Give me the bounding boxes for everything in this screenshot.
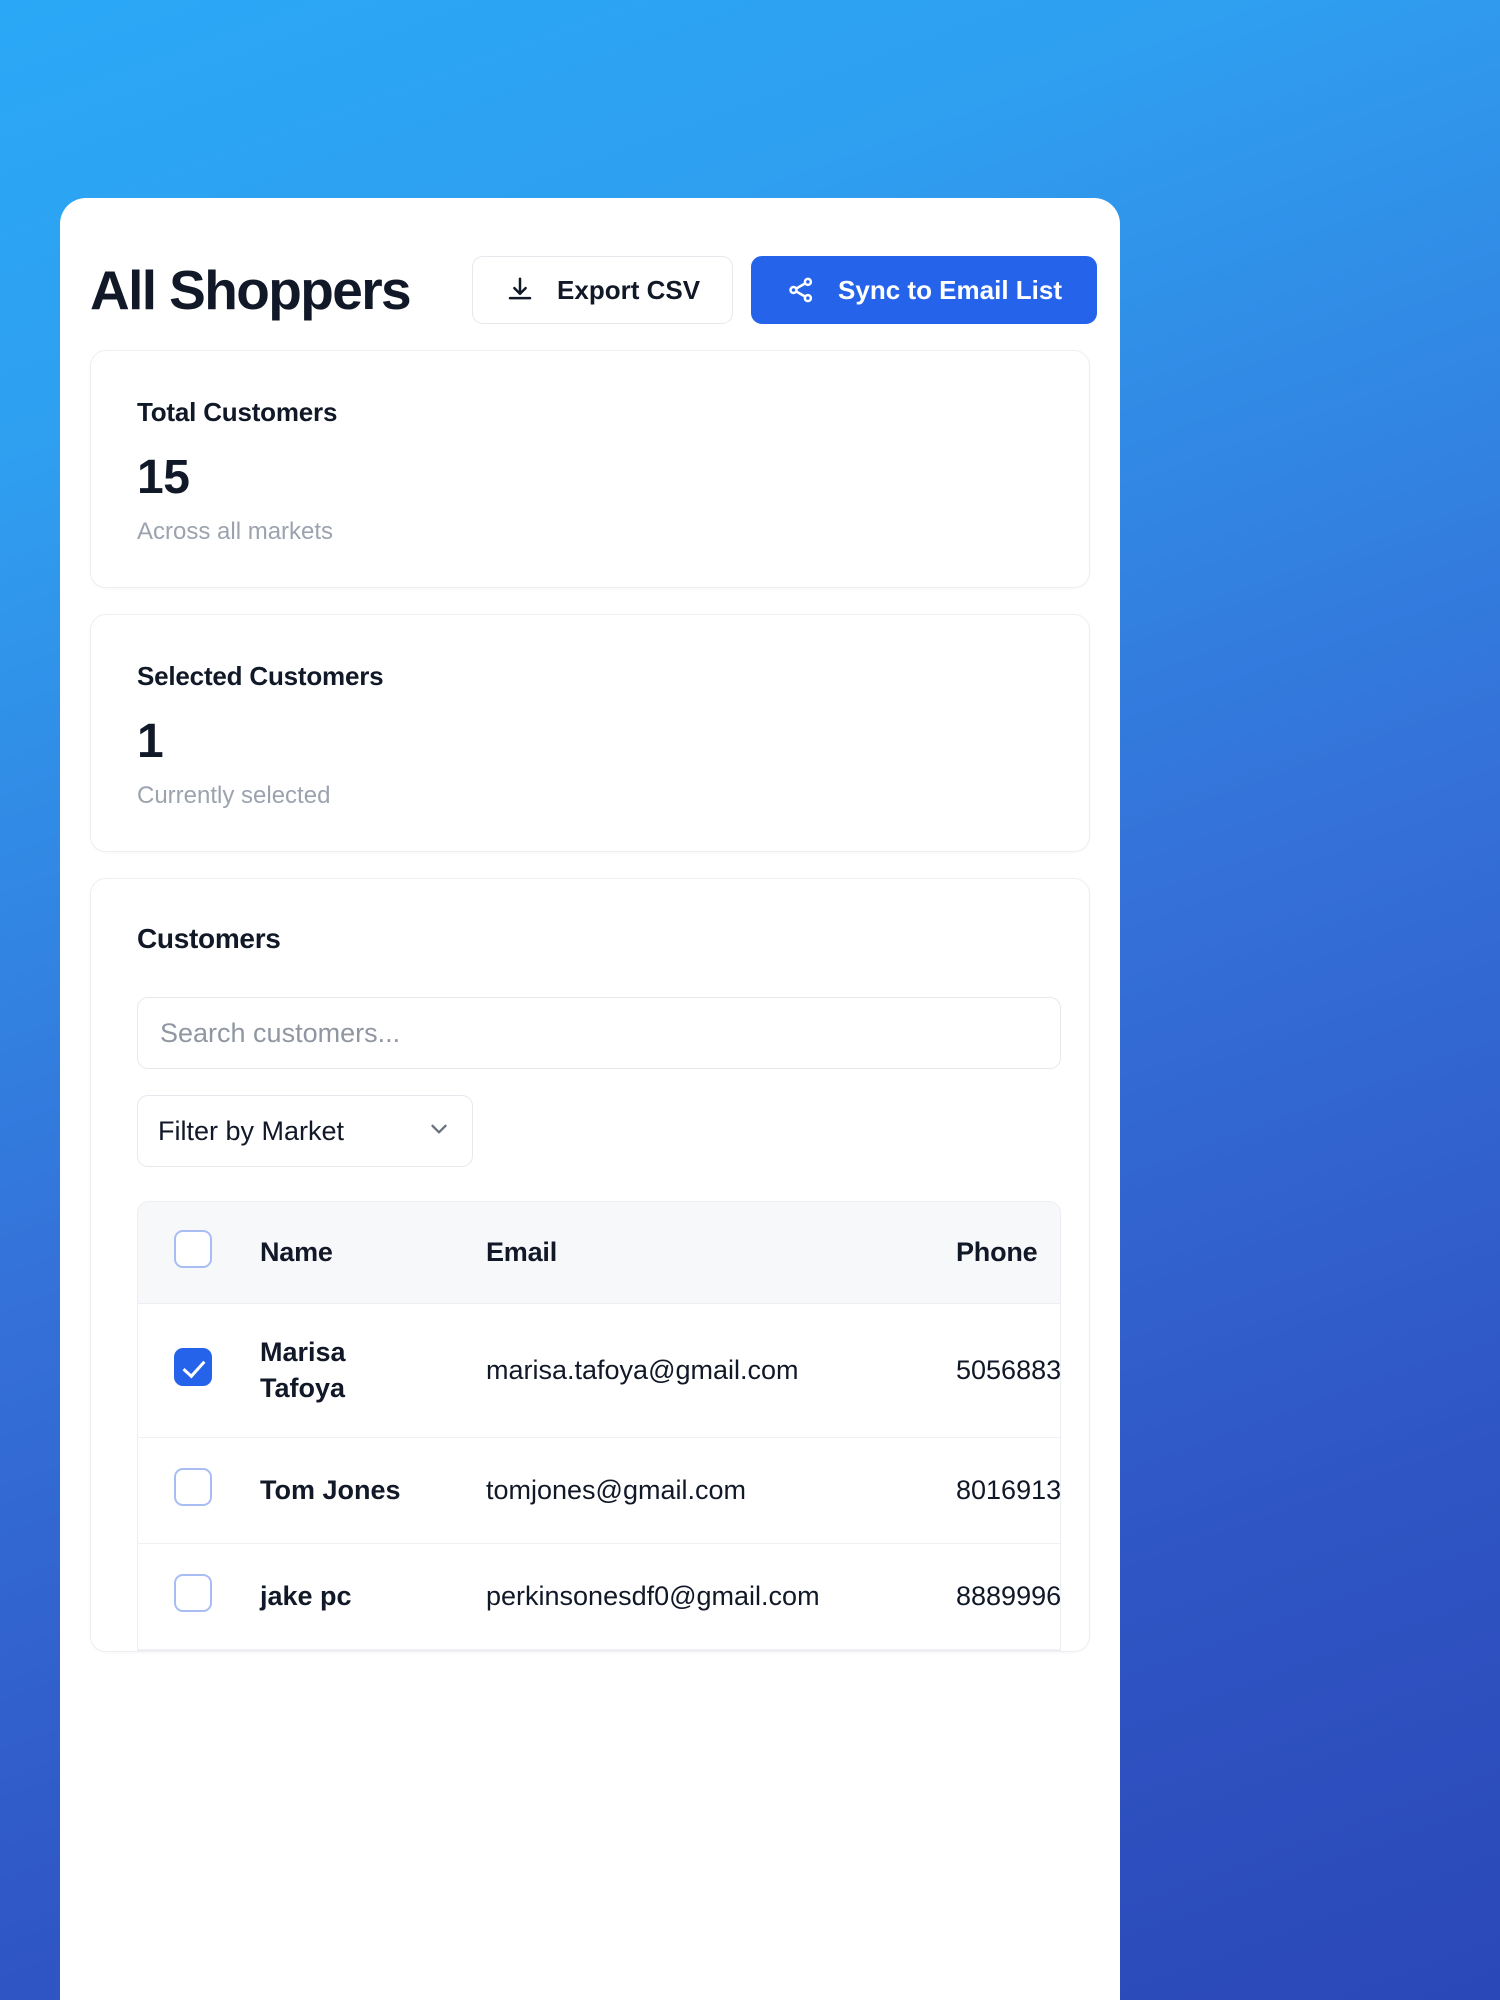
- selected-customers-value: 1: [137, 715, 164, 768]
- app-viewport: All Shoppers Export CSV Sync to Email Li…: [0, 0, 1500, 2000]
- total-customers-label: Total Customers: [137, 397, 338, 427]
- row-email-cell: marisa.tafoya@gmail.com: [486, 1303, 956, 1438]
- table-row[interactable]: Marisa Tafoya marisa.tafoya@gmail.com 50…: [138, 1303, 1060, 1438]
- table-header-row: Name Email Phone: [138, 1202, 1060, 1304]
- share-nodes-icon: [786, 275, 816, 305]
- customers-table-wrap: Name Email Phone Marisa Tafoya marisa.ta…: [137, 1201, 1061, 1651]
- column-header-name: Name: [260, 1202, 486, 1304]
- selected-customers-card: Selected Customers 1 Currently selected: [90, 614, 1090, 852]
- customers-table: Name Email Phone Marisa Tafoya marisa.ta…: [138, 1202, 1060, 1650]
- selected-customers-sub: Currently selected: [137, 782, 331, 809]
- chevron-down-icon: [426, 1116, 452, 1147]
- row-name-cell: Tom Jones: [260, 1437, 486, 1544]
- total-customers-value: 15: [137, 451, 190, 504]
- table-row[interactable]: Tom Jones tomjones@gmail.com 8016913: [138, 1437, 1060, 1544]
- select-all-checkbox[interactable]: [174, 1230, 212, 1268]
- total-customers-card: Total Customers 15 Across all markets: [90, 350, 1090, 588]
- row-name-cell: jake pc: [260, 1543, 486, 1650]
- export-csv-button[interactable]: Export CSV: [472, 256, 734, 324]
- page-header: All Shoppers Export CSV Sync to Email Li…: [60, 198, 1120, 324]
- select-all-header: [138, 1202, 260, 1304]
- page-title: All Shoppers: [90, 259, 412, 321]
- row-checkbox[interactable]: [174, 1573, 212, 1612]
- row-checkbox[interactable]: [174, 1467, 212, 1506]
- customers-table-body: Marisa Tafoya marisa.tafoya@gmail.com 50…: [138, 1303, 1060, 1650]
- customers-table-head: Name Email Phone: [138, 1202, 1060, 1304]
- customers-card: Customers Filter by Market: [90, 878, 1090, 1652]
- sync-email-list-button[interactable]: Sync to Email List: [751, 256, 1097, 324]
- app-sheet: All Shoppers Export CSV Sync to Email Li…: [60, 198, 1120, 2000]
- row-select-cell: [138, 1437, 260, 1544]
- row-select-cell: [138, 1303, 260, 1438]
- row-email-cell: perkinsonesdf0@gmail.com: [486, 1543, 956, 1650]
- sync-email-list-label: Sync to Email List: [838, 274, 1062, 305]
- export-csv-label: Export CSV: [557, 274, 701, 305]
- download-icon: [505, 275, 535, 305]
- row-name-line2: Tafoya: [260, 1373, 346, 1404]
- column-header-phone: Phone: [956, 1202, 1060, 1304]
- selected-customers-label: Selected Customers: [137, 661, 384, 691]
- total-customers-sub: Across all markets: [137, 518, 334, 545]
- table-row[interactable]: jake pc perkinsonesdf0@gmail.com 8889996: [138, 1543, 1060, 1650]
- customers-panel: Customers Filter by Market: [91, 879, 1089, 1651]
- row-name-line1: Marisa: [260, 1337, 346, 1367]
- filter-by-market-select[interactable]: Filter by Market: [137, 1095, 473, 1167]
- row-phone-cell: 8889996: [956, 1543, 1060, 1650]
- row-phone-cell: 8016913: [956, 1437, 1060, 1544]
- search-input[interactable]: [137, 997, 1061, 1069]
- row-phone-cell: 5056883: [956, 1303, 1060, 1438]
- customers-title: Customers: [137, 923, 281, 954]
- row-name-cell: Marisa Tafoya: [260, 1303, 486, 1438]
- filter-by-market-label: Filter by Market: [158, 1115, 345, 1146]
- row-checkbox[interactable]: [174, 1347, 212, 1386]
- row-select-cell: [138, 1543, 260, 1650]
- column-header-email: Email: [486, 1202, 956, 1304]
- header-actions: Export CSV Sync to Email List: [472, 256, 1097, 324]
- row-email-cell: tomjones@gmail.com: [486, 1437, 956, 1544]
